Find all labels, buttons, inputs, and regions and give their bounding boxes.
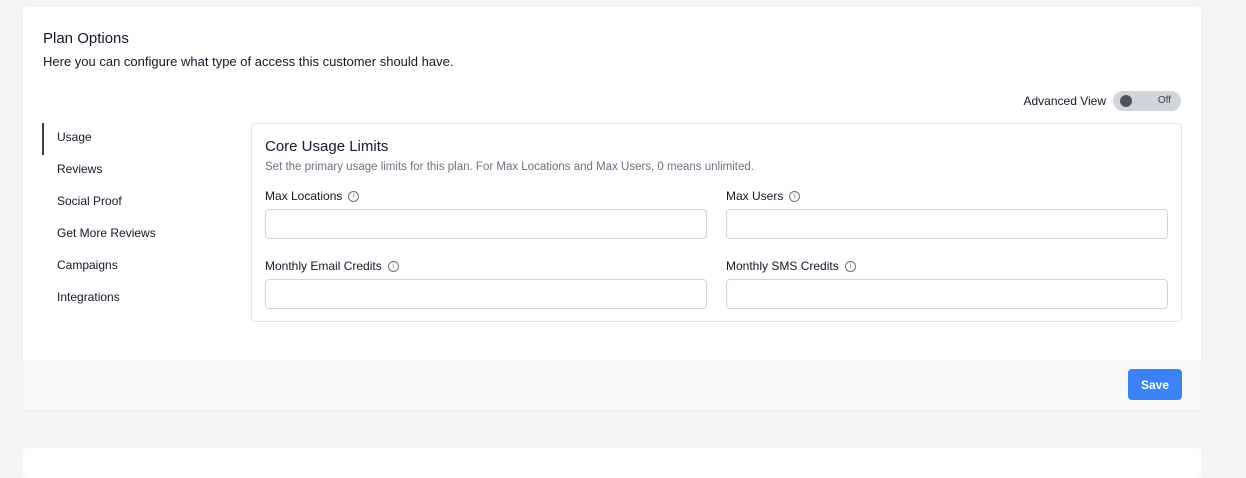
core-usage-limits-panel: Core Usage Limits Set the primary usage …	[251, 123, 1182, 322]
info-icon[interactable]: i	[387, 260, 399, 272]
monthly-email-credits-label: Monthly Email Credits	[265, 259, 382, 273]
nav-item-integrations[interactable]: Integrations	[42, 283, 232, 315]
info-icon[interactable]: i	[844, 260, 856, 272]
monthly-sms-credits-label: Monthly SMS Credits	[726, 259, 839, 273]
max-users-field-group: Max Users i	[726, 188, 1168, 239]
max-users-label-row: Max Users i	[726, 188, 1168, 204]
plan-options-card: Plan Options Here you can configure what…	[23, 7, 1201, 410]
monthly-sms-credits-label-row: Monthly SMS Credits i	[726, 258, 1168, 274]
nav-item-social-proof[interactable]: Social Proof	[42, 187, 232, 219]
monthly-sms-credits-input[interactable]	[726, 279, 1168, 309]
monthly-email-credits-input[interactable]	[265, 279, 707, 309]
info-icon[interactable]: i	[789, 190, 801, 202]
page-subtitle: Here you can configure what type of acce…	[43, 54, 454, 69]
max-locations-field-group: Max Locations i	[265, 188, 707, 239]
monthly-sms-credits-field-group: Monthly SMS Credits i	[726, 258, 1168, 309]
info-icon[interactable]: i	[348, 190, 360, 202]
nav-item-campaigns[interactable]: Campaigns	[42, 251, 232, 283]
nav-item-reviews[interactable]: Reviews	[42, 155, 232, 187]
max-locations-label: Max Locations	[265, 189, 343, 203]
monthly-email-credits-field-group: Monthly Email Credits i	[265, 258, 707, 309]
next-card	[23, 448, 1201, 478]
advanced-view-toggle[interactable]: Off	[1113, 91, 1181, 111]
max-users-input[interactable]	[726, 209, 1168, 239]
core-usage-description: Set the primary usage limits for this pl…	[265, 161, 754, 173]
nav-item-get-more-reviews[interactable]: Get More Reviews	[42, 219, 232, 251]
advanced-view-control: Advanced View Off	[1023, 91, 1181, 111]
monthly-email-credits-label-row: Monthly Email Credits i	[265, 258, 707, 274]
nav-item-usage[interactable]: Usage	[42, 123, 232, 155]
page-title: Plan Options	[43, 30, 129, 47]
max-locations-label-row: Max Locations i	[265, 188, 707, 204]
toggle-knob	[1120, 95, 1132, 107]
max-users-label: Max Users	[726, 189, 784, 203]
save-button[interactable]: Save	[1128, 369, 1182, 400]
core-usage-title: Core Usage Limits	[265, 138, 389, 155]
card-footer: Save	[23, 360, 1201, 410]
plan-options-nav: Usage Reviews Social Proof Get More Revi…	[42, 123, 232, 315]
max-locations-input[interactable]	[265, 209, 707, 239]
toggle-state-text: Off	[1157, 95, 1171, 106]
advanced-view-label: Advanced View	[1023, 94, 1107, 108]
